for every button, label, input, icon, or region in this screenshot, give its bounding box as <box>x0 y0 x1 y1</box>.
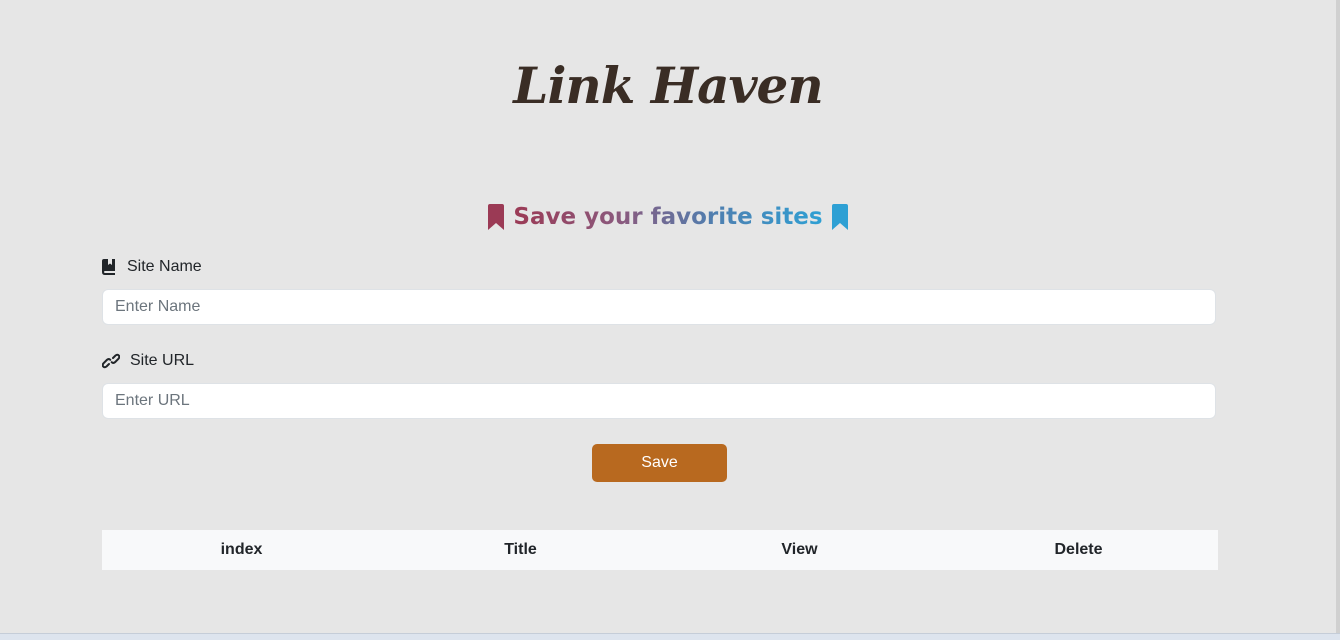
table-header-row: index Title View Delete <box>102 530 1218 570</box>
site-name-label: Site Name <box>102 258 202 276</box>
column-header-title: Title <box>504 541 537 558</box>
tagline-text: Save your favorite sites <box>513 204 823 230</box>
links-table-header: index Title View Delete <box>102 530 1218 570</box>
bookmark-icon <box>831 204 848 230</box>
save-button[interactable]: Save <box>592 444 727 482</box>
site-name-label-text: Site Name <box>127 258 202 275</box>
column-header-delete: Delete <box>1054 541 1103 558</box>
column-header-view: View <box>781 541 818 558</box>
links-table: index Title View Delete <box>102 530 1218 570</box>
site-url-input[interactable] <box>102 383 1216 419</box>
page-scrollbar[interactable] <box>1336 0 1340 640</box>
app-title: Link Haven <box>513 56 823 115</box>
column-header-index: index <box>220 541 263 558</box>
bookmark-icon <box>488 204 505 230</box>
link-icon <box>102 353 120 369</box>
site-name-input[interactable] <box>102 289 1216 325</box>
book-bookmark-icon <box>102 259 115 275</box>
tagline: Save your favorite sites <box>0 202 1336 232</box>
site-url-label: Site URL <box>102 352 194 370</box>
taskbar-strip <box>0 633 1340 640</box>
site-url-label-text: Site URL <box>130 352 195 369</box>
